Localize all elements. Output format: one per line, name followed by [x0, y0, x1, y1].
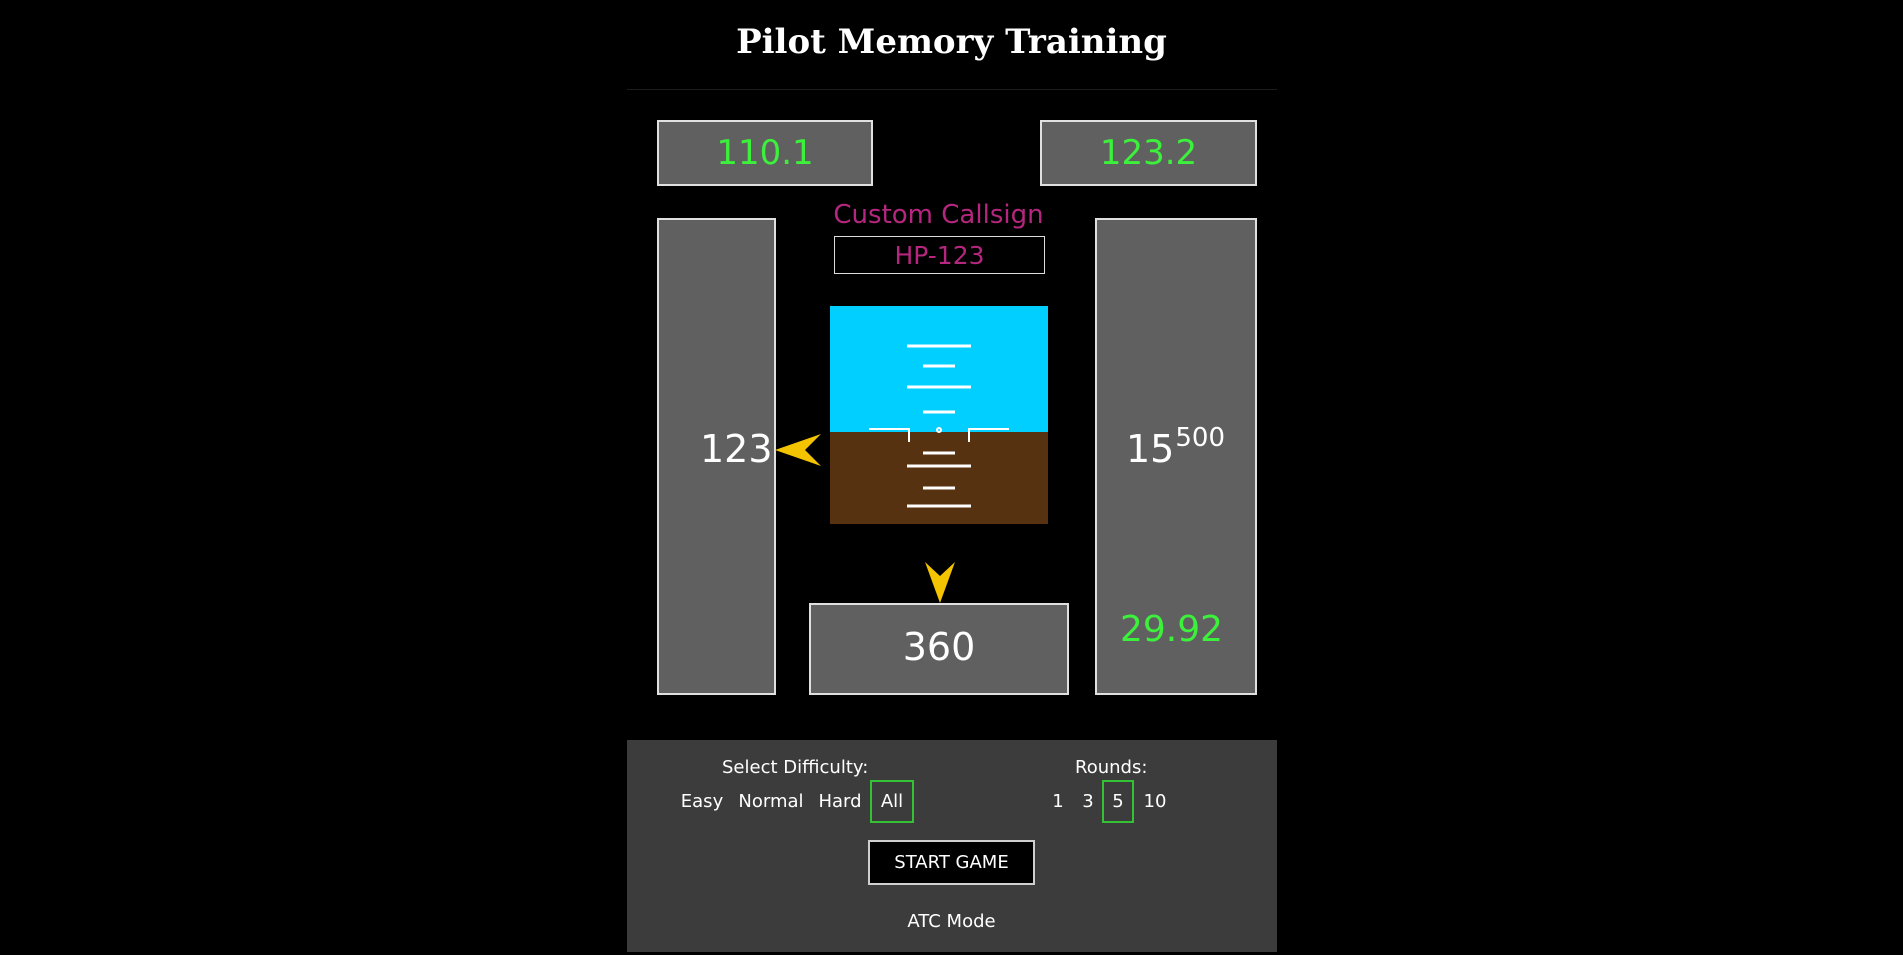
altitude-value: 15500 [1126, 423, 1225, 471]
nav-frequency-display: 110.1 [657, 120, 873, 186]
heading-pointer-icon [925, 562, 955, 603]
barometer-value: 29.92 [1120, 609, 1224, 650]
difficulty-option-normal[interactable]: Normal [733, 780, 809, 823]
com-frequency-display: 123.2 [1040, 120, 1257, 186]
rounds-option-1[interactable]: 1 [1047, 780, 1069, 823]
rounds-option-5[interactable]: 5 [1102, 780, 1134, 823]
rounds-option-3[interactable]: 3 [1077, 780, 1099, 823]
rounds-option-10[interactable]: 10 [1138, 780, 1172, 823]
atc-mode-toggle[interactable]: ATC Mode [868, 911, 1035, 932]
start-game-button[interactable]: START GAME [868, 840, 1035, 885]
game-screen: Pilot Memory Training 110.1 123.2 123 36… [0, 0, 1903, 955]
difficulty-option-hard[interactable]: Hard [814, 780, 866, 823]
difficulty-option-easy[interactable]: Easy [676, 780, 728, 823]
airspeed-value: 123 [700, 427, 773, 471]
callsign-label: Custom Callsign [833, 200, 1044, 230]
altitude-hundreds: 500 [1175, 423, 1225, 453]
callsign-display: HP-123 [834, 236, 1045, 274]
airspeed-pointer-icon [775, 434, 821, 466]
difficulty-option-all[interactable]: All [870, 780, 914, 823]
heading-value: 360 [902, 625, 976, 669]
attitude-indicator [830, 306, 1048, 524]
page-title: Pilot Memory Training [736, 22, 1167, 62]
difficulty-label: Select Difficulty: [722, 757, 869, 778]
altitude-thousands: 15 [1126, 427, 1175, 471]
ground-area [830, 432, 1048, 524]
title-divider [627, 89, 1277, 90]
rounds-label: Rounds: [1075, 757, 1148, 778]
